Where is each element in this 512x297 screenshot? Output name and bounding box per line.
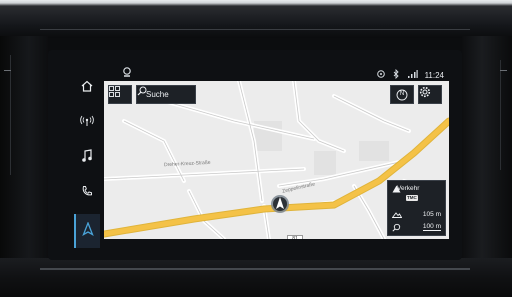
compass-label: N xyxy=(399,90,405,97)
phone-icon xyxy=(81,184,93,202)
sidebar-item-navigation[interactable] xyxy=(74,214,100,248)
tmc-badge: TMC xyxy=(406,195,418,201)
bezel-top xyxy=(0,0,512,38)
road-shield: 81 xyxy=(287,235,303,239)
elevation-value: 105 m xyxy=(422,211,441,218)
frame-edge-right xyxy=(500,60,511,170)
sidebar-item-radio[interactable] xyxy=(74,108,100,138)
map-scale-value: 100 m xyxy=(422,223,441,231)
radio-antenna-icon xyxy=(79,114,95,132)
main-menu xyxy=(74,71,102,251)
sidebar-item-media[interactable] xyxy=(74,143,100,173)
clock: 11:24 xyxy=(424,70,444,80)
scale-row[interactable]: 100 m xyxy=(392,223,441,232)
search-label: Suche xyxy=(146,90,169,99)
traffic-panel[interactable]: Verkehr TMC 105 m 100 m xyxy=(387,180,446,236)
compass-icon: N xyxy=(396,89,408,101)
search-button[interactable]: Suche xyxy=(136,85,196,104)
compass-button[interactable]: N xyxy=(390,85,414,104)
status-bar: 11:24 xyxy=(104,64,454,80)
bezel-trim-bottom xyxy=(40,268,470,270)
traffic-row: Verkehr xyxy=(392,185,441,193)
frame-mark xyxy=(500,70,507,71)
frame-mark xyxy=(4,70,11,71)
elevation-row: 105 m xyxy=(392,211,441,218)
home-icon xyxy=(80,79,94,97)
infotainment-screen: 11:24 Dreher-Kreuz-Straße Zeppelinstraße… xyxy=(48,50,462,260)
tmc-row: TMC xyxy=(392,195,441,201)
navigation-arrow-icon xyxy=(82,220,94,241)
settings-button[interactable] xyxy=(418,85,442,104)
bezel-bottom xyxy=(0,258,512,297)
bezel-trim xyxy=(40,29,470,30)
map-menu-button[interactable] xyxy=(108,85,132,104)
sidebar-item-phone[interactable] xyxy=(74,178,100,208)
music-note-icon xyxy=(81,148,93,168)
navigation-map[interactable]: Dreher-Kreuz-Straße Zeppelinstraße 81 Su… xyxy=(104,81,449,239)
frame-edge-left xyxy=(2,55,11,175)
sidebar-item-home[interactable] xyxy=(74,73,100,103)
